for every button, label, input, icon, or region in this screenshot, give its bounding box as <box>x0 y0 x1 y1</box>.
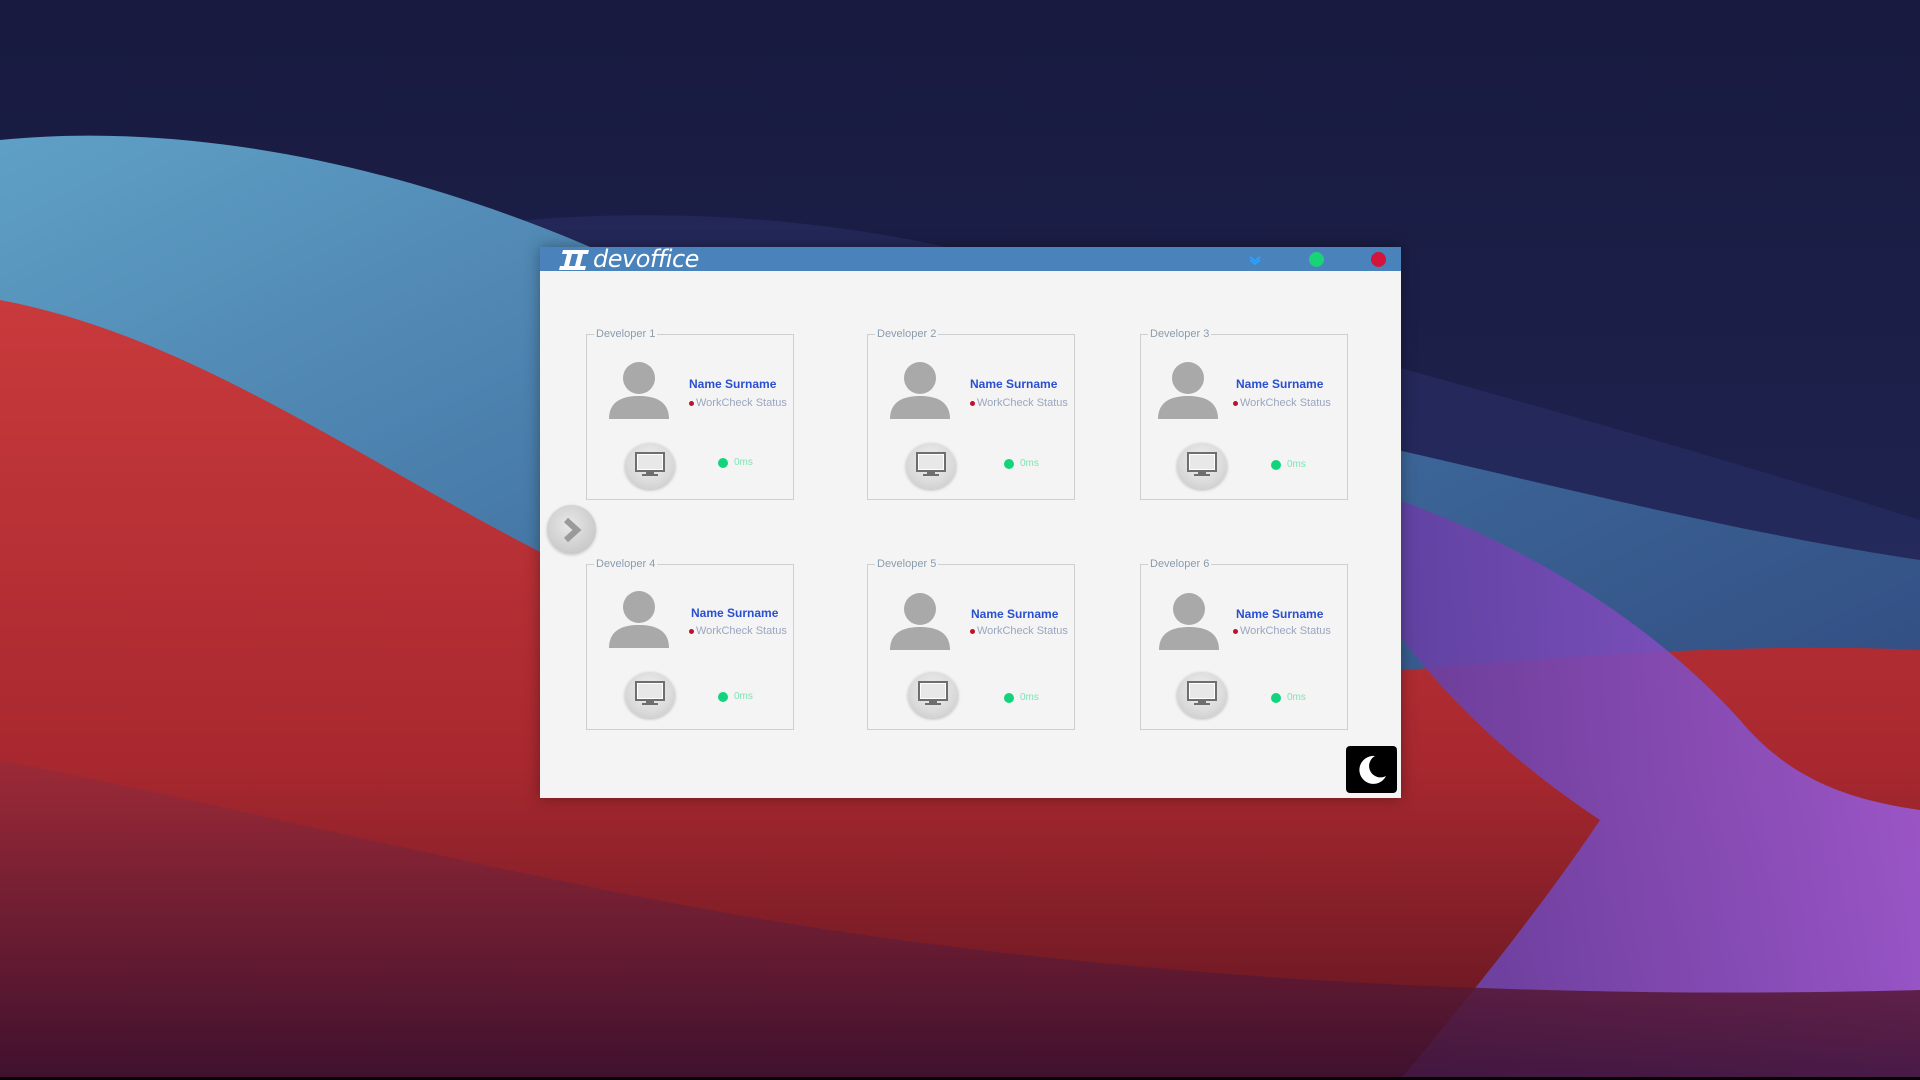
monitor-button[interactable] <box>625 443 675 489</box>
monitor-icon <box>916 452 946 476</box>
ping-value: 0ms <box>1287 459 1306 470</box>
monitor-icon <box>1187 452 1217 476</box>
status-dot <box>1233 400 1238 406</box>
monitor-icon <box>1187 681 1217 705</box>
ping-indicator: 0ms <box>1271 459 1306 471</box>
monitor-icon <box>918 681 948 705</box>
developer-name: Name Surname <box>1236 607 1324 621</box>
status-dot <box>970 400 975 406</box>
ping-indicator: 0ms <box>718 457 753 469</box>
workcheck-status: WorkCheck Status <box>689 396 787 410</box>
workcheck-status-text: WorkCheck Status <box>1240 625 1331 637</box>
next-page-button[interactable] <box>547 505 596 554</box>
developer-name: Name Surname <box>691 606 779 620</box>
monitor-icon <box>635 452 665 476</box>
ping-value: 0ms <box>1020 458 1039 469</box>
developer-name: Name Surname <box>970 377 1058 391</box>
ping-value: 0ms <box>734 691 753 702</box>
monitor-button[interactable] <box>906 443 956 489</box>
status-dot <box>689 400 694 406</box>
avatar-icon <box>890 362 950 419</box>
ping-value: 0ms <box>734 457 753 468</box>
ping-dot <box>1004 459 1014 469</box>
ping-dot <box>1271 693 1281 703</box>
monitor-button[interactable] <box>1177 672 1227 718</box>
developer-label: Developer 5 <box>875 557 939 571</box>
monitor-button[interactable] <box>625 672 675 718</box>
monitor-button[interactable] <box>908 672 958 718</box>
chevron-right-icon <box>563 517 582 543</box>
workcheck-status-text: WorkCheck Status <box>977 625 1068 637</box>
ping-indicator: 0ms <box>718 691 753 703</box>
workcheck-status: WorkCheck Status <box>970 624 1068 638</box>
avatar-icon <box>609 362 669 419</box>
avatar-icon <box>609 591 669 648</box>
workcheck-status-text: WorkCheck Status <box>977 397 1068 409</box>
developer-name: Name Surname <box>689 377 777 391</box>
ping-indicator: 0ms <box>1004 692 1039 704</box>
workcheck-status: WorkCheck Status <box>689 624 787 638</box>
workcheck-status: WorkCheck Status <box>970 396 1068 410</box>
ping-dot <box>1271 460 1281 470</box>
developer-name: Name Surname <box>971 607 1059 621</box>
avatar-icon <box>1158 362 1218 419</box>
developer-card: Developer 5 Name Surname WorkCheck Statu… <box>867 557 1075 730</box>
developer-label: Developer 6 <box>1148 557 1212 571</box>
ping-value: 0ms <box>1020 692 1039 703</box>
ping-dot <box>718 458 728 468</box>
chevron-down-icon <box>1249 256 1261 266</box>
developer-label: Developer 1 <box>594 327 658 341</box>
workcheck-status: WorkCheck Status <box>1233 396 1331 410</box>
developer-card: Developer 2 Name Surname WorkCheck Statu… <box>867 327 1075 500</box>
workcheck-status-text: WorkCheck Status <box>1240 397 1331 409</box>
avatar-icon <box>890 593 950 650</box>
developer-label: Developer 3 <box>1148 327 1212 341</box>
maximize-button[interactable] <box>1309 252 1324 267</box>
ping-indicator: 0ms <box>1004 458 1039 470</box>
app-window: devoffice Developer 1 Name Surname WorkC… <box>540 246 1401 798</box>
ping-value: 0ms <box>1287 692 1306 703</box>
close-button[interactable] <box>1371 252 1386 267</box>
status-dot <box>689 628 694 634</box>
developer-card: Developer 4 Name Surname WorkCheck Statu… <box>586 557 794 730</box>
logo-mark-icon <box>559 250 589 270</box>
title-bar[interactable]: devoffice <box>540 246 1401 272</box>
monitor-button[interactable] <box>1177 443 1227 489</box>
minimize-button[interactable] <box>1247 253 1263 266</box>
developer-card: Developer 3 Name Surname WorkCheck Statu… <box>1140 327 1348 500</box>
developer-label: Developer 4 <box>594 557 658 571</box>
developer-name: Name Surname <box>1236 377 1324 391</box>
ping-dot <box>1004 693 1014 703</box>
desktop: devoffice Developer 1 Name Surname WorkC… <box>0 0 1920 1080</box>
workcheck-status-text: WorkCheck Status <box>696 625 787 637</box>
ping-indicator: 0ms <box>1271 692 1306 704</box>
developer-card: Developer 1 Name Surname WorkCheck Statu… <box>586 327 794 500</box>
status-dot <box>970 628 975 634</box>
moon-icon <box>1359 755 1386 784</box>
ping-dot <box>718 692 728 702</box>
status-dot <box>1233 628 1238 634</box>
workcheck-status: WorkCheck Status <box>1233 624 1331 638</box>
workcheck-status-text: WorkCheck Status <box>696 397 787 409</box>
app-logo: devoffice <box>558 246 699 272</box>
monitor-icon <box>635 681 665 705</box>
developer-card: Developer 6 Name Surname WorkCheck Statu… <box>1140 557 1348 730</box>
app-title: devoffice <box>593 245 699 273</box>
developer-label: Developer 2 <box>875 327 939 341</box>
dark-mode-toggle[interactable] <box>1346 746 1397 793</box>
avatar-icon <box>1159 593 1219 650</box>
